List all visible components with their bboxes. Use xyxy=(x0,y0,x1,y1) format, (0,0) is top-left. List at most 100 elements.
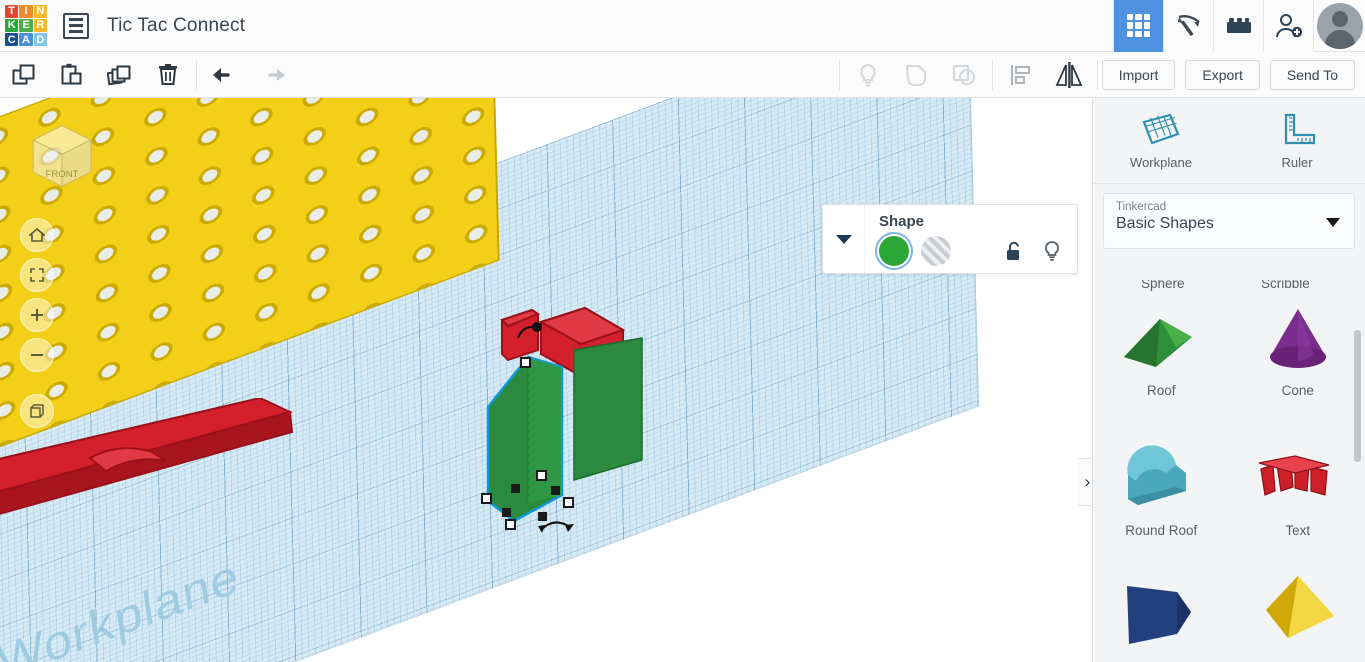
rotate-handle-top[interactable] xyxy=(514,320,542,344)
scale-handle-center[interactable] xyxy=(536,470,547,481)
rotate-handle-bottom[interactable] xyxy=(538,516,574,538)
hole-swatch[interactable] xyxy=(921,236,951,266)
list-menu-icon[interactable] xyxy=(63,12,89,39)
import-button[interactable]: Import xyxy=(1101,59,1176,90)
chevron-down-icon xyxy=(835,235,852,244)
solid-green-swatch[interactable] xyxy=(879,236,909,266)
ortho-box-icon xyxy=(30,404,44,418)
menu-line xyxy=(69,30,83,33)
trash-icon xyxy=(159,63,177,85)
ungroup-button xyxy=(940,52,988,98)
edge-handle-c[interactable] xyxy=(502,508,511,517)
fit-view-button[interactable] xyxy=(20,258,54,292)
home-icon xyxy=(29,227,45,242)
logo-tile-r: R xyxy=(33,18,47,33)
redo-arrow-icon xyxy=(268,68,285,81)
panel-collapse-chevron[interactable]: › xyxy=(1078,458,1092,506)
invite-people-button[interactable] xyxy=(1263,0,1313,52)
duplicate-icon xyxy=(107,65,131,85)
zoom-out-icon xyxy=(31,354,43,356)
tinkercad-app: T I N K E R C A D Tic Tac Connect Import… xyxy=(0,0,1365,662)
shape-panel-icon-group xyxy=(1005,240,1065,262)
toolbar-divider xyxy=(1096,59,1098,90)
shape-wedge[interactable] xyxy=(1093,560,1230,662)
shape-roof[interactable]: Roof xyxy=(1093,280,1230,420)
paste-button[interactable] xyxy=(48,52,96,98)
cone-shape-icon xyxy=(1269,308,1326,368)
logo-tile-i: I xyxy=(19,4,33,18)
undo-button[interactable] xyxy=(201,52,249,98)
lightbulb-icon[interactable] xyxy=(1043,240,1061,262)
shape-panel-body: Shape xyxy=(865,205,1077,273)
green-shape-selected[interactable] xyxy=(470,343,600,538)
shape-pyramid[interactable] xyxy=(1230,560,1365,662)
scale-handle-left[interactable] xyxy=(481,493,492,504)
tinkercad-logo[interactable]: T I N K E R C A D xyxy=(3,3,49,49)
shape-text[interactable]: Text xyxy=(1230,420,1365,560)
shape-roof-label: Roof xyxy=(1146,382,1176,398)
lightbulb-icon xyxy=(859,63,876,86)
header-actions xyxy=(1113,0,1365,52)
shape-cone[interactable]: Cone xyxy=(1230,280,1365,420)
zoom-out-button[interactable] xyxy=(20,338,54,372)
zoom-in-button[interactable] xyxy=(20,298,54,332)
workplane-tool[interactable]: Workplane xyxy=(1093,98,1229,183)
scale-handle-right[interactable] xyxy=(563,497,574,508)
shape-cone-label: Cone xyxy=(1281,382,1314,398)
red-rail-model[interactable] xyxy=(0,398,380,558)
round-roof-shape-icon xyxy=(1127,444,1187,505)
ruler-tool-label: Ruler xyxy=(1281,154,1313,170)
ungroup-icon xyxy=(952,64,975,85)
logo-tile-e: E xyxy=(19,18,33,33)
edge-handle-a[interactable] xyxy=(511,484,520,493)
send-to-button[interactable]: Send To xyxy=(1269,59,1355,90)
align-icon xyxy=(1010,64,1030,85)
viewcube-front-label: FRONT xyxy=(45,169,78,180)
light-button xyxy=(844,52,892,98)
shape-library-dropdown[interactable]: Tinkercad Basic Shapes xyxy=(1103,193,1355,249)
delete-button[interactable] xyxy=(144,52,192,98)
shapes-grid[interactable]: Roof Cone Round Roof Text xyxy=(1093,280,1365,662)
shapes-grid-inner: Roof Cone Round Roof Text xyxy=(1093,280,1365,662)
logo-tile-n: N xyxy=(33,4,47,18)
3d-viewport[interactable]: Workplane FRONT Shape › xyxy=(0,98,1092,662)
duplicate-button[interactable] xyxy=(96,52,144,98)
copy-icon xyxy=(12,64,35,84)
unlock-icon[interactable] xyxy=(1005,241,1023,261)
ruler-tool[interactable]: Ruler xyxy=(1229,98,1365,183)
sidebar-scrollbar[interactable] xyxy=(1354,330,1361,462)
logo-tile-k: K xyxy=(5,18,19,33)
page-title: Tic Tac Connect xyxy=(107,14,246,36)
avatar[interactable] xyxy=(1313,0,1365,52)
scale-handle-bottom[interactable] xyxy=(505,519,516,530)
edge-handle-b[interactable] xyxy=(551,486,560,495)
mirror-icon xyxy=(1055,61,1083,88)
group-icon xyxy=(905,64,926,86)
redo-button xyxy=(249,52,297,98)
scale-handle-top[interactable] xyxy=(520,357,531,368)
designs-grid-button[interactable] xyxy=(1113,0,1163,52)
wedge-shape-icon xyxy=(1127,586,1192,644)
view-cube[interactable]: FRONT xyxy=(22,116,102,196)
mirror-button[interactable] xyxy=(1045,52,1093,98)
codeblocks-button[interactable] xyxy=(1163,0,1213,52)
shapes-sidebar: Workplane Ruler Tinkercad Basic Shapes S… xyxy=(1092,98,1365,662)
pickaxe-icon xyxy=(1177,14,1200,36)
blocks-button[interactable] xyxy=(1213,0,1263,52)
shape-panel-collapse-button[interactable] xyxy=(823,205,865,273)
group-button xyxy=(892,52,940,98)
ruler-icon xyxy=(1284,113,1316,144)
shape-round-roof[interactable]: Round Roof xyxy=(1093,420,1230,560)
logo-tile-t: T xyxy=(5,4,19,18)
undo-arrow-icon xyxy=(213,67,230,82)
ortho-view-button[interactable] xyxy=(20,394,54,428)
workplane-tool-label: Workplane xyxy=(1130,154,1192,170)
align-button[interactable] xyxy=(997,52,1045,98)
logo-tile-a: A xyxy=(19,33,33,47)
menu-line xyxy=(69,18,83,21)
home-view-button[interactable] xyxy=(20,218,54,252)
copy-button[interactable] xyxy=(0,52,48,98)
toolbar-divider xyxy=(838,59,840,90)
export-button[interactable]: Export xyxy=(1185,59,1260,90)
grid-icon xyxy=(1126,13,1151,38)
